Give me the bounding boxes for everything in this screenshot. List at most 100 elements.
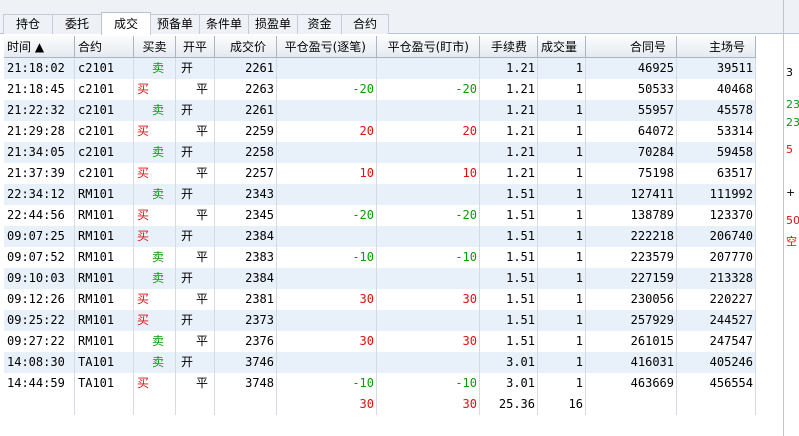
side-panel-fragment: 23 xyxy=(786,116,799,129)
cell-pnl-trade xyxy=(277,100,377,121)
header-fee[interactable]: 手续费 xyxy=(480,36,538,58)
table-row[interactable]: 21:34:05 c2101 卖 开 2258 1.21 1 70284 59458 xyxy=(4,142,756,163)
cell-price: 2345 xyxy=(245,208,274,222)
cell-qty: 1 xyxy=(575,355,583,369)
table-row[interactable]: 21:18:02 c2101 卖 开 2261 1.21 1 46925 39511 xyxy=(4,58,756,79)
header-time[interactable]: 时间 ▲ xyxy=(4,36,75,58)
header-exchange-no[interactable]: 主场号 xyxy=(677,36,756,58)
cell-pnl-trade xyxy=(277,184,377,205)
cell-fee: 1.51 xyxy=(506,334,535,348)
cell-order-no: 55957 xyxy=(637,103,674,117)
table-row[interactable]: 14:44:59 TA101 买 平 3748 -10 -10 3.01 1 463669 4565… xyxy=(4,373,756,394)
cell-time: 09:07:25 xyxy=(7,229,65,243)
cell-open-close: 平 xyxy=(196,124,209,138)
side-panel-fragment: 5 xyxy=(786,143,793,156)
header-pnl-trade[interactable]: 平仓盈亏(逐笔) xyxy=(277,36,377,58)
cell-order-no: 50533 xyxy=(637,82,674,96)
header-order-no[interactable]: 合同号 xyxy=(586,36,677,58)
cell-order-no: 416031 xyxy=(630,355,674,369)
table-row[interactable]: 22:44:56 RM101 买 平 2345 -20 -20 1.51 1 138789 1233… xyxy=(4,205,756,226)
tab-trades[interactable]: 成交 xyxy=(101,12,151,35)
tab-pending-orders[interactable]: 预备单 xyxy=(150,14,200,34)
cell-order-no: 222218 xyxy=(630,229,674,243)
cell-open-close: 平 xyxy=(196,208,209,222)
cell-open-close: 平 xyxy=(196,376,209,390)
cell-price: 2258 xyxy=(245,145,274,159)
table-row[interactable]: 09:12:26 RM101 买 平 2381 30 30 1.51 1 230056 220227 xyxy=(4,289,756,310)
cell-open-close: 开 xyxy=(181,145,194,159)
table-row[interactable]: 09:25:22 RM101 买 开 2373 1.51 1 257929 244527 xyxy=(4,310,756,331)
cell-price: 2384 xyxy=(245,229,274,243)
header-qty[interactable]: 成交量 xyxy=(538,36,586,58)
cell-order-no: 227159 xyxy=(630,271,674,285)
cell-order-no: 127411 xyxy=(630,187,674,201)
table-row[interactable]: 09:10:03 RM101 卖 开 2384 1.51 1 227159 213328 xyxy=(4,268,756,289)
cell-exchange-no: 63517 xyxy=(716,166,753,180)
cell-side: 卖 xyxy=(152,61,165,75)
tab-conditional-orders[interactable]: 条件单 xyxy=(199,14,249,34)
cell-fee: 1.51 xyxy=(506,271,535,285)
tab-funds[interactable]: 资金 xyxy=(297,14,342,34)
cell-contract: RM101 xyxy=(78,229,115,243)
cell-pnl-trade: 30 xyxy=(359,334,374,348)
tab-bar: 持仓 委托 成交 预备单 条件单 损盈单 资金 合约 xyxy=(0,0,799,35)
cell-qty: 1 xyxy=(575,166,583,180)
table-row[interactable]: 09:07:52 RM101 卖 平 2383 -10 -10 1.51 1 223579 2077… xyxy=(4,247,756,268)
table-row[interactable]: 21:37:39 c2101 买 平 2257 10 10 1.21 1 75198 63517 xyxy=(4,163,756,184)
header-open-close[interactable]: 开平 xyxy=(176,36,215,58)
cell-pnl-trade: 30 xyxy=(359,292,374,306)
cell-time: 14:08:30 xyxy=(7,355,65,369)
grid-line xyxy=(537,58,538,415)
grid-line xyxy=(376,58,377,415)
cell-pnl-trade xyxy=(277,352,377,373)
cell-qty: 1 xyxy=(575,208,583,222)
cell-open-close: 开 xyxy=(181,229,194,243)
cell-side: 卖 xyxy=(152,355,165,369)
cell-pnl-mtm: -20 xyxy=(455,208,477,222)
header-pnl-mtm[interactable]: 平仓盈亏(盯市) xyxy=(377,36,480,58)
cell-fee: 1.21 xyxy=(506,124,535,138)
table-row[interactable]: 21:29:28 c2101 买 平 2259 20 20 1.21 1 64072 53314 xyxy=(4,121,756,142)
cell-side: 买 xyxy=(137,229,150,243)
cell-order-no: 230056 xyxy=(630,292,674,306)
table-row[interactable]: 14:08:30 TA101 卖 开 3746 3.01 1 416031 405246 xyxy=(4,352,756,373)
cell-contract: RM101 xyxy=(78,208,115,222)
table-row[interactable]: 09:07:25 RM101 买 开 2384 1.51 1 222218 206740 xyxy=(4,226,756,247)
cell-time: 09:10:03 xyxy=(7,271,65,285)
cell-pnl-mtm: 30 xyxy=(462,334,477,348)
header-side[interactable]: 买卖 xyxy=(134,36,176,58)
cell-pnl-mtm xyxy=(377,184,480,205)
cell-pnl-trade: -20 xyxy=(352,208,374,222)
cell-fee: 1.51 xyxy=(506,313,535,327)
header-price[interactable]: 成交价 xyxy=(215,36,277,58)
cell-qty: 1 xyxy=(575,313,583,327)
cell-open-close: 平 xyxy=(196,250,209,264)
table-row[interactable]: 21:22:32 c2101 卖 开 2261 1.21 1 55957 45578 xyxy=(4,100,756,121)
tab-positions[interactable]: 持仓 xyxy=(3,14,53,34)
cell-contract: c2101 xyxy=(78,145,115,159)
cell-price: 2257 xyxy=(245,166,274,180)
table-row[interactable]: 09:27:22 RM101 卖 平 2376 30 30 1.51 1 261015 247547 xyxy=(4,331,756,352)
cell-contract: RM101 xyxy=(78,292,115,306)
cell-fee: 1.21 xyxy=(506,61,535,75)
cell-exchange-no: 53314 xyxy=(716,124,753,138)
cell-order-no: 46925 xyxy=(637,61,674,75)
tab-stop-profit-orders[interactable]: 损盈单 xyxy=(248,14,298,34)
cell-open-close: 开 xyxy=(181,187,194,201)
cell-time: 09:12:26 xyxy=(7,292,65,306)
cell-qty: 1 xyxy=(575,103,583,117)
tab-contracts[interactable]: 合约 xyxy=(341,14,389,34)
table-row[interactable]: 21:18:45 c2101 买 平 2263 -20 -20 1.21 1 50533 40468 xyxy=(4,79,756,100)
cell-price: 2263 xyxy=(245,82,274,96)
cell-price: 2261 xyxy=(245,61,274,75)
header-contract[interactable]: 合约 xyxy=(75,36,134,58)
cell-side: 买 xyxy=(137,376,150,390)
tab-orders[interactable]: 委托 xyxy=(52,14,102,34)
table-row[interactable]: 22:34:12 RM101 卖 开 2343 1.51 1 127411 111992 xyxy=(4,184,756,205)
cell-contract: TA101 xyxy=(78,355,115,369)
cell-pnl-mtm xyxy=(377,100,480,121)
cell-pnl-mtm: -10 xyxy=(455,376,477,390)
grid-line xyxy=(74,58,75,415)
cell-pnl-mtm: -20 xyxy=(455,82,477,96)
grid-line xyxy=(479,58,480,415)
